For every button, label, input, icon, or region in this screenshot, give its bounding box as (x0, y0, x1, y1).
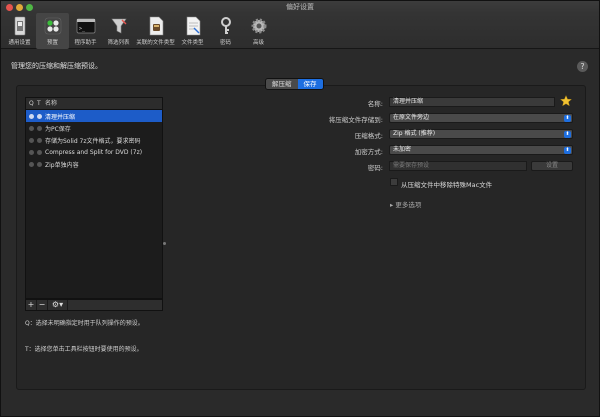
remove-mac-files-checkbox[interactable] (390, 178, 398, 186)
minimize-window-button[interactable] (16, 4, 23, 11)
add-preset-button[interactable]: + (26, 300, 37, 310)
remove-mac-files-label: 从压缩文件中移除特殊Mac文件 (401, 181, 493, 189)
list-item[interactable]: Compress and Split for DVD (7z) (26, 146, 162, 158)
title-bar: 偏好设置 (1, 1, 599, 13)
list-item[interactable]: 为PC保存 (26, 122, 162, 134)
password-field[interactable]: 需要保存预设 (389, 161, 527, 171)
page-hint: 管理您的压缩和解压缩预设。 (11, 62, 102, 70)
gear-icon (251, 18, 266, 34)
queue-radio[interactable] (29, 161, 34, 167)
toolbar-helper[interactable]: >_ 程序助手 (69, 13, 102, 49)
presets-icon (44, 17, 61, 35)
archive-file-icon (149, 16, 163, 36)
toolbar-password[interactable]: 密码 (209, 13, 242, 49)
column-q[interactable]: Q (29, 98, 37, 109)
preset-list: Q T 名称 清理并压缩 为PC保存 存储为Solid 7z文件格式，要求密码 … (25, 97, 163, 299)
preferences-window: 偏好设置 通用设置 预置 >_ 程序助手 筛选列表 关联的文件类型 文件类型 密… (0, 0, 600, 417)
queue-radio[interactable] (29, 125, 34, 131)
chevron-updown-icon: ⬍ (564, 115, 571, 122)
toolbar-radio[interactable] (37, 149, 42, 155)
list-footer: + − ⚙▾ (25, 299, 163, 311)
star-icon[interactable] (560, 95, 572, 107)
encryption-popup[interactable]: 未加密 ⬍ (389, 145, 573, 155)
toolbar-file-types[interactable]: 文件类型 (176, 13, 209, 49)
format-popup[interactable]: Zip 格式 (推荐) ⬍ (389, 129, 573, 139)
tab-extract[interactable]: 解压缩 (266, 79, 298, 89)
switch-icon (14, 16, 25, 36)
window-title: 偏好设置 (286, 3, 314, 11)
remove-preset-button[interactable]: − (37, 300, 48, 310)
save-to-popup[interactable]: 在原文件旁边 ⬍ (389, 113, 573, 123)
name-label: 名称: (367, 100, 383, 108)
key-icon (220, 17, 231, 34)
column-t[interactable]: T (37, 98, 45, 109)
password-label: 密码: (367, 164, 383, 172)
toolbar-associated-file-types[interactable]: 关联的文件类型 (135, 13, 176, 49)
column-name[interactable]: 名称 (45, 98, 57, 109)
toolbar-general[interactable]: 通用设置 (3, 13, 36, 49)
tab-save[interactable]: 保存 (297, 79, 323, 89)
toolbar-presets[interactable]: 预置 (36, 13, 69, 49)
toolbar-radio[interactable] (37, 113, 42, 119)
queue-radio[interactable] (29, 113, 34, 119)
zoom-window-button[interactable] (26, 4, 33, 11)
preset-actions-menu[interactable]: ⚙▾ (48, 300, 68, 310)
toolbar: 通用设置 预置 >_ 程序助手 筛选列表 关联的文件类型 文件类型 密码 高级 (1, 13, 599, 49)
list-item[interactable]: Zip单独内容 (26, 158, 162, 170)
toolbar-description: T：选择您单击工具栏按钮时要使用的预设。 (25, 346, 143, 353)
toolbar-radio[interactable] (37, 137, 42, 143)
document-icon (186, 16, 200, 36)
svg-text:>_: >_ (79, 26, 86, 32)
toolbar-radio[interactable] (37, 125, 42, 131)
more-options-disclosure[interactable]: ▸ 更多选项 (390, 199, 421, 209)
help-button[interactable]: ? (577, 61, 588, 72)
list-header: Q T 名称 (26, 98, 162, 110)
list-item[interactable]: 存储为Solid 7z文件格式，要求密码 (26, 134, 162, 146)
set-password-button[interactable]: 设置 (531, 161, 573, 171)
name-field[interactable]: 清理并压缩 (389, 97, 555, 107)
list-item[interactable]: 清理并压缩 (26, 110, 162, 122)
close-window-button[interactable] (6, 4, 13, 11)
format-label: 压缩格式: (354, 132, 383, 140)
queue-radio[interactable] (29, 137, 34, 143)
terminal-icon: >_ (76, 18, 95, 34)
chevron-updown-icon: ⬍ (564, 147, 571, 154)
mode-segmented-control: 解压缩 保存 (265, 78, 324, 90)
queue-radio[interactable] (29, 149, 34, 155)
chevron-updown-icon: ⬍ (564, 131, 571, 138)
queue-description: Q：选择未明确指定时用于队列操作的预设。 (25, 320, 144, 327)
filter-icon (110, 18, 127, 34)
toolbar-radio[interactable] (37, 161, 42, 167)
encryption-label: 加密方式: (354, 148, 383, 156)
toolbar-filter-list[interactable]: 筛选列表 (102, 13, 135, 49)
splitter-handle[interactable] (163, 242, 166, 245)
save-to-label: 将压缩文件存储到: (328, 116, 383, 124)
toolbar-advanced[interactable]: 高级 (242, 13, 275, 49)
